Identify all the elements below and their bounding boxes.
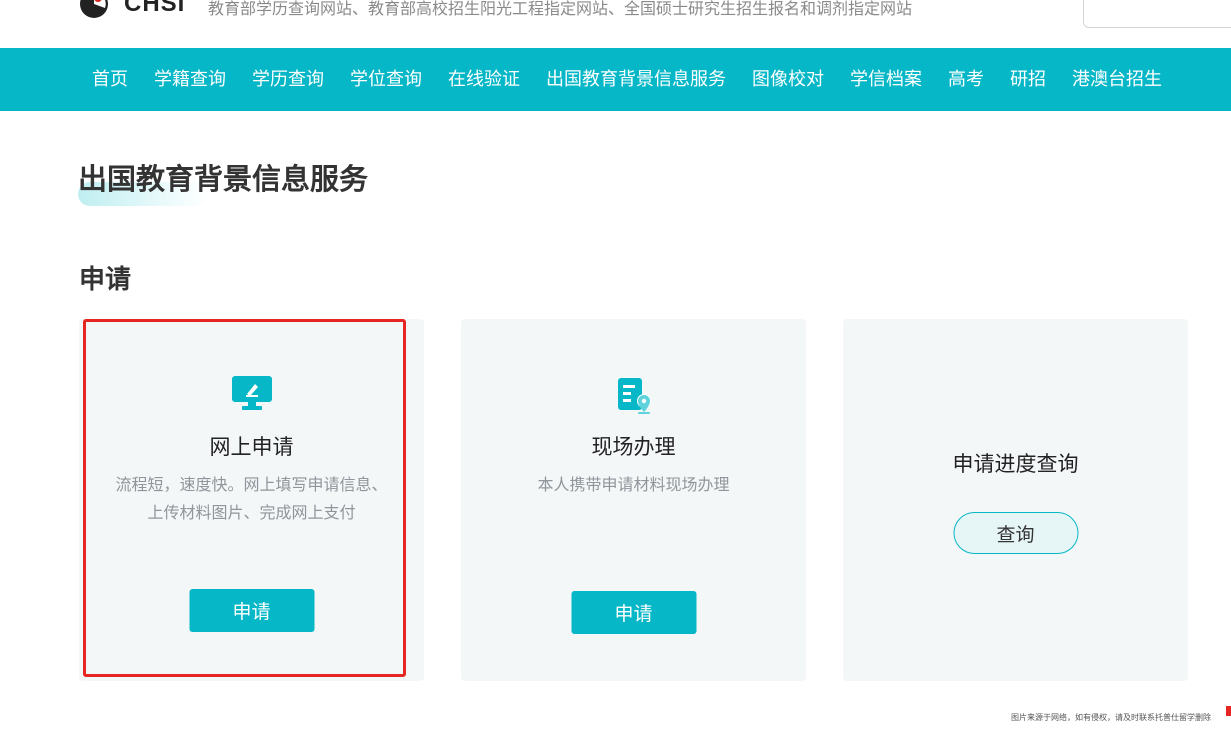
main-navbar: 首页 学籍查询 学历查询 学位查询 在线验证 出国教育背景信息服务 图像校对 学…: [0, 48, 1231, 111]
document-location-icon: [614, 376, 654, 416]
card-title: 现场办理: [591, 435, 676, 459]
nav-item-gaokao[interactable]: 高考: [935, 48, 997, 111]
site-tagline: 教育部学历查询网站、教育部高校招生阳光工程指定网站、全国硕士研究生招生报名和调剂…: [208, 0, 913, 18]
card-title: 网上申请: [209, 435, 294, 459]
onsite-processing-card: 现场办理 本人携带申请材料现场办理 申请: [461, 319, 806, 681]
card-description: 本人携带申请材料现场办理: [537, 475, 730, 494]
nav-item-hk-macau-taiwan[interactable]: 港澳台招生: [1059, 48, 1175, 111]
onsite-apply-button[interactable]: 申请: [571, 591, 696, 634]
online-application-card: 网上申请 流程短，速度快。网上填写申请信息、上传材料图片、完成网上支付 申请: [79, 319, 424, 681]
nav-item-enrollment-query[interactable]: 学籍查询: [141, 48, 239, 111]
nav-item-overseas-education-service[interactable]: 出国教育背景信息服务: [533, 48, 739, 111]
nav-item-degree-certificate-query[interactable]: 学历查询: [239, 48, 337, 111]
query-button[interactable]: 查询: [953, 512, 1078, 554]
online-apply-button[interactable]: 申请: [189, 589, 314, 632]
nav-item-degree-query[interactable]: 学位查询: [337, 48, 435, 111]
nav-item-student-archive[interactable]: 学信档案: [837, 48, 935, 111]
chsi-logo-icon: [78, 0, 110, 20]
search-input[interactable]: [1083, 0, 1231, 28]
nav-item-online-verification[interactable]: 在线验证: [435, 48, 533, 111]
nav-list: 首页 学籍查询 学历查询 学位查询 在线验证 出国教育背景信息服务 图像校对 学…: [79, 48, 1175, 111]
card-description: 流程短，速度快。网上填写申请信息、上传材料图片、完成网上支付: [115, 475, 388, 522]
card-title: 申请进度查询: [952, 452, 1079, 476]
top-header: CHSI 教育部学历查询网站、教育部高校招生阳光工程指定网站、全国硕士研究生招生…: [0, 0, 1231, 48]
computer-edit-icon: [231, 375, 273, 411]
edge-marker: [1226, 706, 1231, 716]
logo-text: CHSI: [124, 0, 186, 17]
nav-item-home[interactable]: 首页: [79, 48, 141, 111]
nav-item-graduate-admission[interactable]: 研招: [997, 48, 1059, 111]
section-title: 申请: [79, 265, 132, 295]
watermark-text: 图片来源于网络，如有侵权，请及时联系托普仕留学删除: [1011, 713, 1211, 722]
site-logo[interactable]: CHSI: [78, 0, 185, 20]
progress-query-card: 申请进度查询 查询: [843, 319, 1188, 681]
nav-item-image-proofreading[interactable]: 图像校对: [739, 48, 837, 111]
page-title: 出国教育背景信息服务: [78, 162, 369, 196]
